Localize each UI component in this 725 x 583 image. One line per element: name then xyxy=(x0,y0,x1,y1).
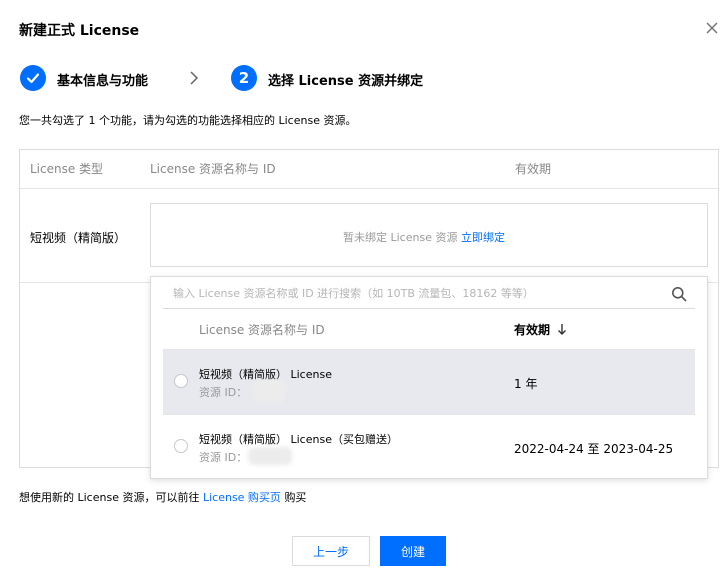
option-name: 短视频（精简版） License（买包赠送） xyxy=(199,433,398,446)
column-header-resource-name: License 资源名称与 ID xyxy=(150,162,276,176)
step-2-indicator: 2 xyxy=(231,65,257,91)
redacted-id xyxy=(252,380,286,402)
dropdown-header-validity[interactable]: 有效期 xyxy=(514,321,550,338)
chevron-right-icon xyxy=(190,71,199,85)
option-validity: 1 年 xyxy=(514,377,538,391)
unbound-status: 暂未绑定 License 资源 立即绑定 xyxy=(343,229,505,245)
redacted-id xyxy=(248,447,292,465)
purchase-note-suffix: 购买 xyxy=(284,491,307,504)
option-radio[interactable] xyxy=(174,374,188,388)
close-icon[interactable] xyxy=(702,18,722,38)
step-1-done-indicator xyxy=(20,65,46,91)
option-validity: 2022-04-24 至 2023-04-25 xyxy=(514,442,674,456)
resource-search-input[interactable] xyxy=(163,279,695,309)
unbound-text: 暂未绑定 License 资源 xyxy=(343,231,458,244)
sort-descending-icon[interactable] xyxy=(556,322,568,336)
search-icon[interactable] xyxy=(671,286,687,302)
option-radio[interactable] xyxy=(174,439,188,453)
option-id-label: 资源 ID： xyxy=(199,386,248,399)
selection-description: 您一共勾选了 1 个功能，请为勾选的功能选择相应的 License 资源。 xyxy=(19,114,357,127)
step-1-label: 基本信息与功能 xyxy=(57,74,149,89)
dialog-title: 新建正式 License xyxy=(19,23,140,39)
bind-now-link[interactable]: 立即绑定 xyxy=(461,231,505,244)
license-type-cell: 短视频（精简版） xyxy=(30,231,127,245)
table-header-divider xyxy=(20,188,718,189)
column-header-validity: 有效期 xyxy=(515,162,552,176)
dropdown-header-name: License 资源名称与 ID xyxy=(199,323,325,337)
purchase-note: 想使用新的 License 资源，可以前往 License 购买页 购买 xyxy=(19,489,306,505)
option-id-label: 资源 ID： xyxy=(199,451,248,464)
create-button[interactable]: 创建 xyxy=(380,536,446,566)
previous-step-button[interactable]: 上一步 xyxy=(292,536,370,566)
check-icon xyxy=(26,73,40,84)
step-2-label: 选择 License 资源并绑定 xyxy=(268,74,424,89)
purchase-page-link[interactable]: License 购买页 xyxy=(203,491,281,504)
purchase-note-prefix: 想使用新的 License 资源，可以前往 xyxy=(19,491,200,504)
column-header-license-type: License 类型 xyxy=(30,162,104,176)
resource-option[interactable] xyxy=(163,350,695,415)
